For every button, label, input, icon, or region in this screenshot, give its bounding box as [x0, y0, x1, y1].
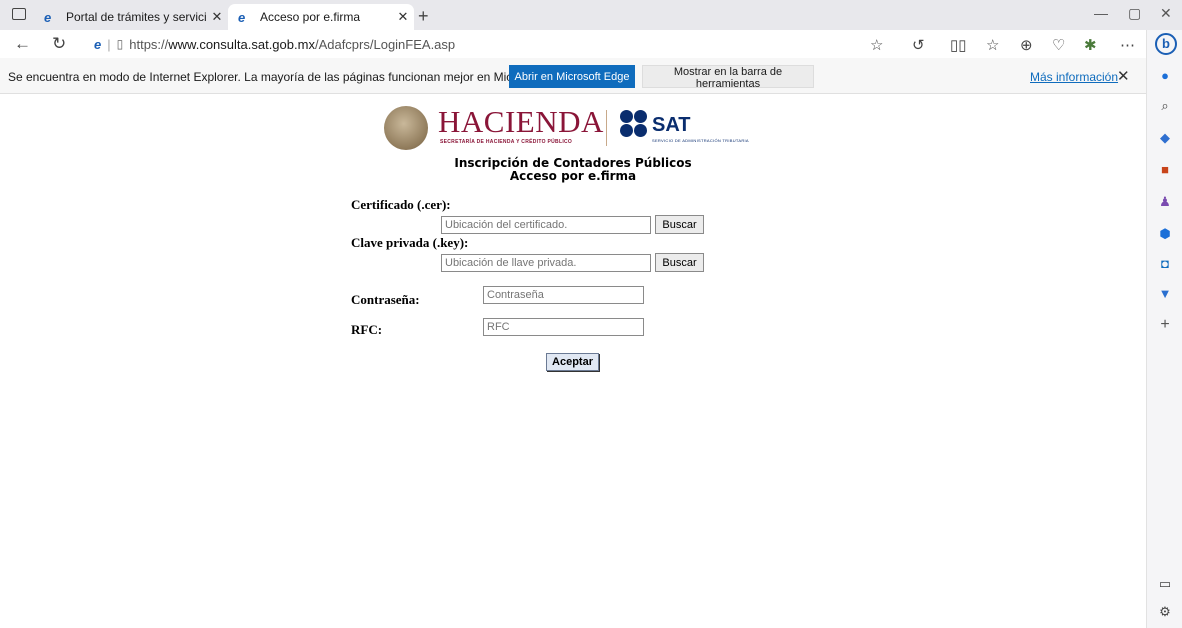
browse-certificate-button[interactable]: Buscar [655, 215, 704, 234]
browse-key-button[interactable]: Buscar [655, 253, 704, 272]
tab-portal[interactable]: e Portal de trámites y servicios - S/ ✕ [34, 4, 228, 30]
password-field[interactable] [483, 286, 644, 304]
close-window-button[interactable]: ✕ [1160, 5, 1172, 22]
games-icon[interactable]: ♟ [1147, 194, 1182, 210]
tab-acceso[interactable]: e Acceso por e.firma ✕ [228, 4, 414, 30]
add-sidebar-icon[interactable]: + [1147, 316, 1182, 334]
url-prefix: https:// [129, 36, 169, 52]
notification-icon[interactable]: ● [1147, 68, 1182, 83]
url-separator: | [107, 36, 111, 52]
private-key-field[interactable] [441, 254, 651, 272]
edge-sidebar: b ● ⌕ ◆ ■ ♟ ⬢ ◘ ▼ + ▭ ⚙ [1146, 30, 1182, 628]
restore-button[interactable]: ▢ [1128, 5, 1141, 22]
page-title: Inscripción de Contadores Públicos [454, 156, 692, 170]
header-logos: HACIENDA SECRETARÍA DE HACIENDA Y CRÉDIT… [384, 104, 764, 154]
ie-icon: e [238, 9, 246, 25]
certificate-field[interactable] [441, 216, 651, 234]
sat-logo-icon [620, 110, 648, 138]
extension-icon[interactable]: ↺ [912, 36, 925, 54]
submit-button[interactable]: Aceptar [546, 353, 599, 371]
page-subtitle: Acceso por e.firma [509, 169, 637, 183]
infobar-close-icon[interactable]: ✕ [1117, 67, 1130, 85]
drop-icon[interactable]: ▼ [1147, 286, 1182, 301]
tab-bar: e Portal de trámites y servicios - S/ ✕ … [0, 0, 1182, 30]
sat-logo-text: SAT [652, 114, 691, 136]
back-button[interactable]: ← [14, 34, 31, 54]
more-options-icon[interactable]: ⋯ [1120, 36, 1135, 54]
minimize-button[interactable]: — [1094, 5, 1108, 21]
search-icon[interactable]: ⌕ [1147, 98, 1182, 114]
password-label: Contraseña: [351, 292, 420, 307]
tab-title: Portal de trámites y servicios - S/ [66, 10, 206, 24]
ie-mode-infobar: Se encuentra en modo de Internet Explore… [0, 58, 1146, 94]
certificate-label: Certificado (.cer): [351, 197, 451, 212]
collections-icon[interactable]: ⊕ [1020, 36, 1033, 54]
rfc-label: RFC: [351, 322, 383, 337]
shopping-icon[interactable]: ◆ [1147, 130, 1182, 146]
bing-copilot-icon[interactable]: b [1155, 33, 1177, 55]
ie-mode-icon[interactable]: e [94, 37, 101, 52]
new-tab-button[interactable]: + [418, 6, 429, 27]
favorite-star-icon[interactable]: ☆ [870, 36, 883, 54]
address-bar: ← ↻ e | ▯ https:// www.consulta.sat.gob.… [0, 30, 1146, 58]
private-key-label: Clave privada (.key): [351, 235, 469, 250]
url-path: /Adafcprs/LoginFEA.asp [314, 36, 456, 52]
browser-essentials-icon[interactable]: ♡ [1052, 36, 1065, 54]
hide-sidebar-icon[interactable]: ▭ [1147, 576, 1182, 592]
extension-puzzle-icon[interactable]: ✱ [1084, 36, 1097, 54]
tab-actions-icon[interactable] [12, 8, 26, 20]
refresh-button[interactable]: ↻ [52, 34, 66, 54]
infobar-message: Se encuentra en modo de Internet Explore… [8, 70, 578, 84]
ie-icon: e [44, 9, 52, 25]
settings-gear-icon[interactable]: ⚙ [1147, 604, 1182, 620]
page-info-icon[interactable]: ▯ [117, 37, 124, 51]
hacienda-logo: HACIENDA [438, 104, 604, 139]
outlook-icon[interactable]: ◘ [1147, 256, 1182, 271]
hacienda-subtitle: SECRETARÍA DE HACIENDA Y CRÉDITO PÚBLICO [440, 139, 573, 145]
mexico-seal-icon [384, 106, 428, 150]
tools-icon[interactable]: ■ [1147, 162, 1182, 177]
show-in-toolbar-button[interactable]: Mostrar en la barra de herramientas [642, 65, 814, 90]
open-in-edge-button[interactable]: Abrir en Microsoft Edge [509, 65, 635, 88]
tab-close-icon[interactable]: ✕ [392, 9, 414, 25]
url-field[interactable]: e | ▯ https:// www.consulta.sat.gob.mx /… [94, 33, 894, 55]
sat-subtitle: SERVICIO DE ADMINISTRACIÓN TRIBUTARIA [652, 138, 749, 143]
tab-close-icon[interactable]: ✕ [206, 9, 228, 25]
more-info-link[interactable]: Más información [1030, 70, 1118, 84]
tab-title: Acceso por e.firma [260, 10, 361, 24]
url-host: www.consulta.sat.gob.mx [168, 36, 315, 52]
microsoft-365-icon[interactable]: ⬢ [1147, 226, 1182, 242]
split-screen-icon[interactable]: ▯▯ [950, 36, 967, 54]
rfc-field[interactable] [483, 318, 644, 336]
favorites-icon[interactable]: ☆ [986, 36, 999, 54]
logo-divider [606, 110, 607, 146]
